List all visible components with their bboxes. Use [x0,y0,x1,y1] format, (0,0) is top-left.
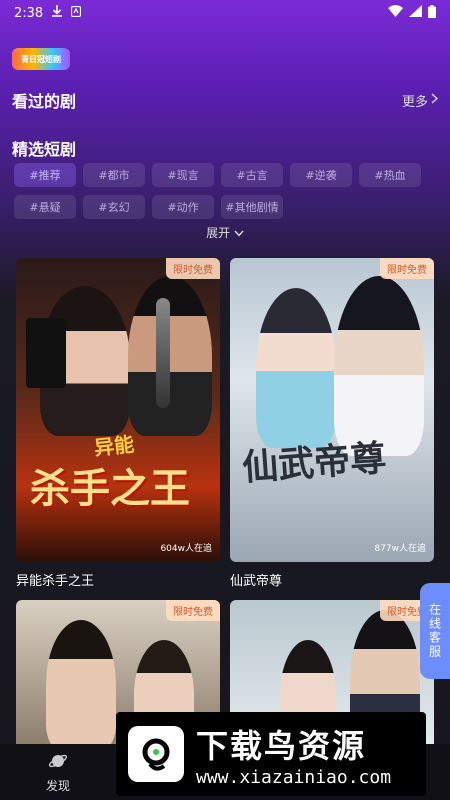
watermark-title: 下载鸟资源 [196,726,367,765]
more-label: 更多 [401,94,428,110]
wifi-icon [388,5,403,21]
watermark-banner: 下载鸟资源 www.xiazainiao.com [116,712,426,796]
expand-button[interactable]: 展开 [0,224,450,241]
drama-title-1[interactable]: 异能杀手之王 [16,570,94,589]
expand-label: 展开 [206,226,231,240]
watched-section-header: 看过的剧 更多 [12,88,439,112]
tag-ancient-romance[interactable]: #古言 [221,163,283,187]
bird-logo-icon [128,726,184,782]
poster-figure [46,620,116,750]
signal-icon [409,5,422,21]
drama-title-2[interactable]: 仙武帝尊 [230,570,282,589]
drama-card-1[interactable]: 异能 杀手之王 限时免费 604w人在追 [16,258,220,562]
free-badge: 限时免费 [166,258,220,279]
app-logo: 青日冠短剧 [12,48,70,70]
tab-discover[interactable]: 发现 [28,744,88,800]
customer-service-button[interactable]: 在线客服 [420,583,450,679]
knife-icon [156,298,170,408]
tag-suspense[interactable]: #悬疑 [14,195,76,219]
poster-figure-female [256,288,336,448]
watermark-url: www.xiazainiao.com [196,766,392,788]
tag-modern-romance[interactable]: #现言 [152,163,214,187]
chevron-down-icon [234,226,244,240]
tag-comeback[interactable]: #逆袭 [290,163,352,187]
tag-recommend[interactable]: #推荐 [14,163,76,187]
app-notification-icon [71,5,82,21]
picks-title: 精选短剧 [12,140,77,159]
tag-fantasy[interactable]: #玄幻 [83,195,145,219]
free-badge: 限时免费 [166,600,220,621]
views-count: 604w人在追 [160,544,212,554]
poster-title-main: 仙武帝尊 [240,437,388,489]
chevron-right-icon [431,92,439,108]
customer-service-label: 在线客服 [427,603,442,659]
free-badge: 限时免费 [380,258,434,279]
views-count: 877w人在追 [374,544,426,554]
planet-icon [48,751,68,774]
tag-other[interactable]: #其他剧情 [221,195,283,219]
poster-figure-male [128,276,212,436]
app-logo-text: 青日冠短剧 [21,54,61,64]
watched-title: 看过的剧 [12,92,77,111]
download-icon [52,5,63,21]
genre-tags: #推荐 #都市 #现言 #古言 #逆袭 #热血 #悬疑 #玄幻 #动作 #其他剧… [14,163,434,219]
tag-urban[interactable]: #都市 [83,163,145,187]
tab-discover-label: 发现 [45,778,70,793]
tag-action[interactable]: #动作 [152,195,214,219]
battery-icon [428,4,436,22]
status-bar: 2:38 [0,0,450,26]
status-time: 2:38 [14,5,44,21]
poster-title-main: 杀手之王 [30,466,190,512]
tag-passion[interactable]: #热血 [359,163,421,187]
drama-card-2[interactable]: 仙武帝尊 限时免费 877w人在追 [230,258,434,562]
more-button[interactable]: 更多 [401,91,439,110]
gun-icon [26,318,66,388]
